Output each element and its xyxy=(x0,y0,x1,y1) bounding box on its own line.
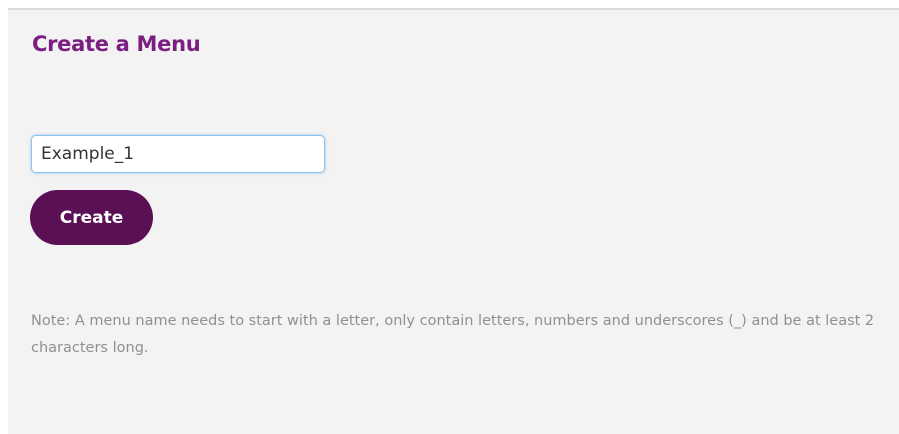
menu-name-input[interactable] xyxy=(31,135,325,173)
create-menu-panel: Create a Menu Create Note: A menu name n… xyxy=(8,8,899,434)
page-title: Create a Menu xyxy=(32,32,201,56)
create-button[interactable]: Create xyxy=(30,190,153,245)
naming-rules-note: Note: A menu name needs to start with a … xyxy=(31,313,875,356)
